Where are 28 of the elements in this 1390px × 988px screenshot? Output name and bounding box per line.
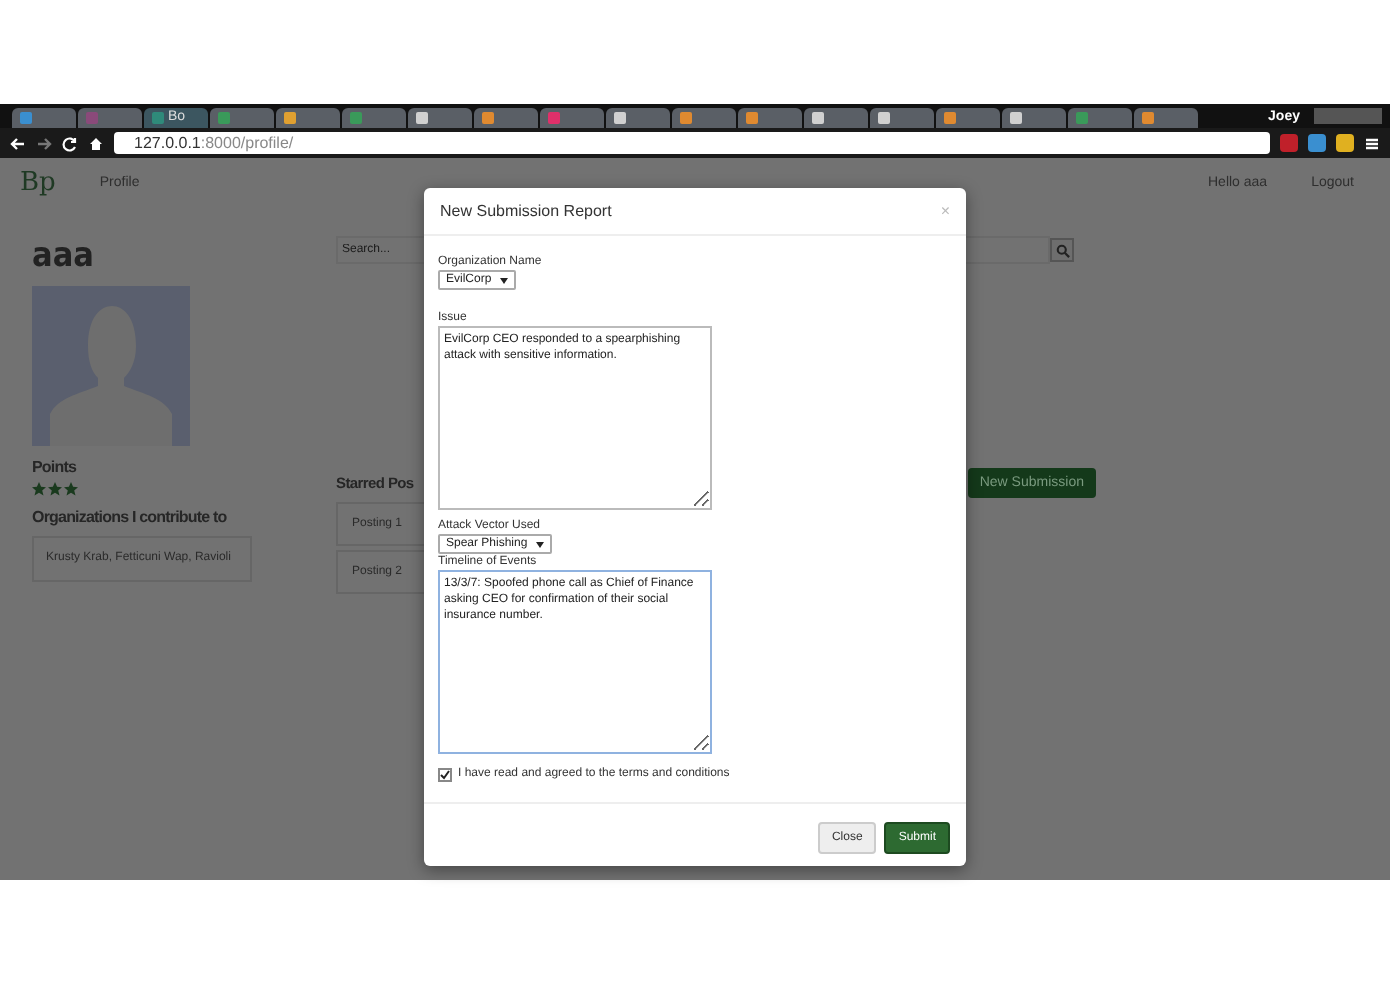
- user-name: aaa: [32, 236, 96, 276]
- browser-tab[interactable]: [870, 108, 934, 128]
- browser-tab[interactable]: [474, 108, 538, 128]
- terms-checkbox[interactable]: [438, 767, 452, 781]
- browser-tab[interactable]: [672, 108, 736, 128]
- search-button[interactable]: [1050, 238, 1074, 262]
- browser-tab[interactable]: [210, 108, 274, 128]
- browser-tab[interactable]: [1134, 108, 1198, 128]
- caret-icon: [499, 277, 508, 283]
- home-icon[interactable]: [88, 135, 104, 151]
- address-bar[interactable]: 127.0.0.1:8000/profile/: [114, 132, 1270, 154]
- browser-tab[interactable]: [408, 108, 472, 128]
- organizations-heading: Organizations I contribute to: [32, 508, 229, 526]
- browser-tab[interactable]: [804, 108, 868, 128]
- browser-tab[interactable]: [1068, 108, 1132, 128]
- browser-tab[interactable]: [606, 108, 670, 128]
- menu-icon[interactable]: [1364, 135, 1380, 151]
- points-heading: Points: [32, 458, 79, 476]
- browser-tab[interactable]: [1002, 108, 1066, 128]
- browser-tab[interactable]: [936, 108, 1000, 128]
- browser-tab[interactable]: [342, 108, 406, 128]
- reload-icon[interactable]: [62, 135, 78, 151]
- browser-tab[interactable]: [276, 108, 340, 128]
- browser-tab[interactable]: [738, 108, 802, 128]
- modal-title: New Submission Report: [440, 202, 612, 220]
- back-icon[interactable]: [10, 135, 26, 151]
- forward-icon[interactable]: [36, 135, 52, 151]
- caret-icon: [535, 541, 544, 547]
